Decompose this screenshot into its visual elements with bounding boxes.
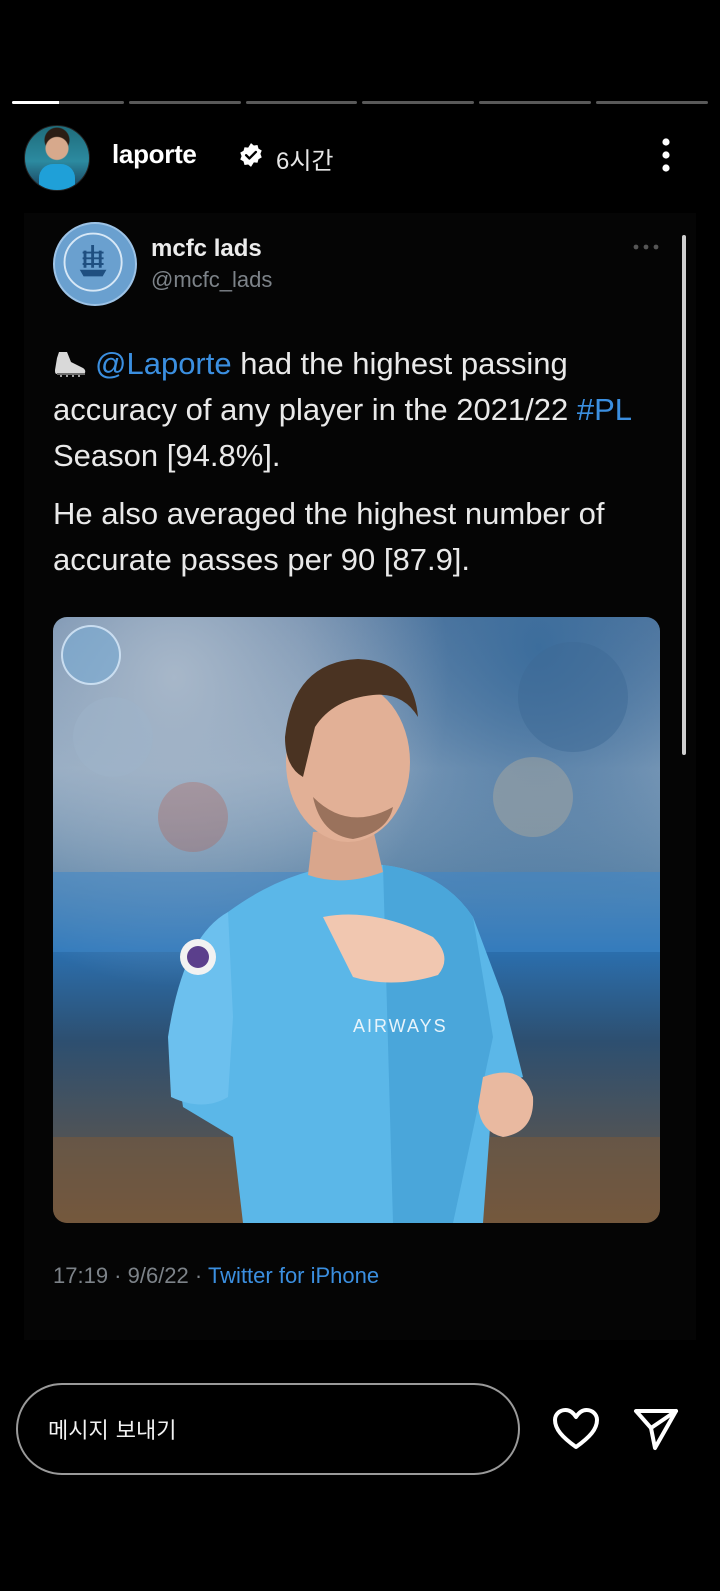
progress-segment	[128, 101, 241, 104]
tweet-source-link[interactable]: Twitter for iPhone	[208, 1263, 379, 1288]
progress-segment	[479, 101, 592, 104]
progress-segment	[245, 101, 358, 104]
more-horizontal-icon[interactable]	[632, 243, 660, 251]
username[interactable]: laporte	[112, 139, 197, 170]
message-input[interactable]: 메시지 보내기	[16, 1383, 520, 1475]
send-icon[interactable]	[633, 1407, 679, 1451]
story-progress-bar	[12, 101, 708, 105]
heart-icon[interactable]	[552, 1407, 600, 1451]
avatar[interactable]	[24, 125, 90, 191]
football-boot-icon	[55, 352, 86, 377]
message-placeholder: 메시지 보내기	[48, 1419, 177, 1444]
tweet-meta: 17:19 · 9/6/22 · Twitter for iPhone	[53, 1263, 379, 1289]
tweet-author-name[interactable]: mcfc lads	[151, 235, 262, 263]
tweet-text: @Laporte had the highest passing accurac…	[53, 341, 663, 595]
progress-segment	[596, 101, 708, 104]
player-illustration: AIRWAYS	[53, 642, 660, 1223]
post-time: 6시간	[276, 148, 334, 175]
tweet-timestamp: 17:19 · 9/6/22 ·	[53, 1263, 208, 1288]
tweet-avatar[interactable]	[53, 222, 137, 306]
tweet-card[interactable]: mcfc lads @mcfc_lads @Laporte had the hi…	[24, 213, 696, 1340]
tweet-author-handle[interactable]: @mcfc_lads	[151, 267, 272, 293]
progress-segment	[12, 101, 124, 104]
scrollbar[interactable]	[682, 235, 686, 755]
verified-badge-icon	[240, 143, 262, 167]
svg-text:AIRWAYS: AIRWAYS	[353, 1016, 448, 1036]
tweet-text-part: Season [94.8%].	[53, 438, 281, 473]
mcfc-lads-logo-icon	[63, 232, 123, 292]
progress-segment	[362, 101, 475, 104]
tweet-paragraph-2: He also averaged the highest number of a…	[53, 496, 605, 577]
hashtag-link[interactable]: #PL	[577, 392, 631, 427]
more-vertical-icon[interactable]	[660, 137, 672, 173]
mention-link[interactable]: @Laporte	[95, 346, 232, 381]
tweet-paragraph-1: @Laporte had the highest passing accurac…	[53, 341, 663, 479]
tweet-photo[interactable]: AIRWAYS	[53, 617, 660, 1223]
story-header: laporte 6시간	[24, 125, 696, 191]
watermark-logo-icon	[61, 625, 121, 685]
